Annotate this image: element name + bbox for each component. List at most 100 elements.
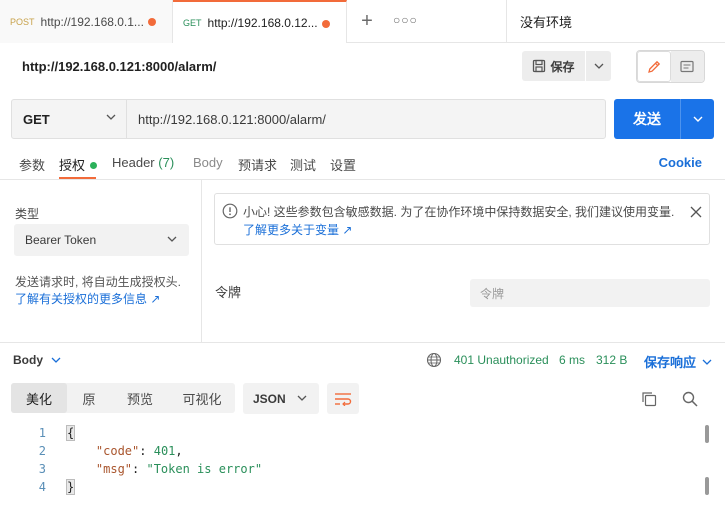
tab-tests[interactable]: 测试 [290, 155, 316, 174]
response-code-view[interactable]: 1 { 2 "code": 401, 3 "msg": "Token is er… [0, 424, 700, 527]
view-tab-pretty[interactable]: 美化 [11, 383, 67, 413]
json-key: "code" [95, 444, 140, 458]
line-number: 2 [38, 444, 46, 458]
chevron-down-icon [693, 116, 702, 122]
send-button-group: 发送 [614, 99, 714, 139]
line-number: 4 [38, 480, 46, 494]
sensitive-data-warning: 小心! 这些参数包含敏感数据. 为了在协作环境中保持数据安全, 我们建议使用变量… [214, 193, 710, 245]
scrollbar-thumb[interactable] [705, 425, 709, 443]
code-line: 1 { [0, 425, 700, 444]
http-method-value: GET [23, 111, 50, 127]
save-options-button[interactable] [586, 51, 611, 81]
close-icon[interactable] [690, 206, 702, 218]
tab-title: http://192.168.0.1... [40, 14, 144, 29]
tab-body[interactable]: Body [193, 155, 223, 170]
auth-type-value: Bearer Token [25, 233, 97, 247]
code-line: 3 "msg": "Token is error" [0, 462, 700, 480]
chevron-down-icon [702, 359, 712, 365]
response-status[interactable]: 401 Unauthorized [454, 353, 549, 367]
code-text: "code": 401, [95, 444, 183, 458]
response-header: Body 401 Unauthorized 6 ms 312 B 保存响应 [0, 342, 725, 377]
variables-learn-more-link[interactable]: 了解更多关于变量 ↗ [243, 221, 352, 238]
send-options-button[interactable] [681, 99, 714, 139]
response-format-select[interactable]: JSON [243, 383, 319, 414]
request-tab-bar: POST http://192.168.0.1... GET http://19… [0, 0, 725, 43]
json-key: "msg" [95, 462, 133, 476]
auth-help-text: 发送请求时, 将自动生成授权头. 了解有关授权的更多信息 ↗ [15, 274, 205, 308]
save-button-group: 保存 [522, 51, 611, 81]
globe-icon[interactable] [426, 352, 442, 368]
headers-count: (7) [158, 155, 175, 170]
cookies-link[interactable]: Cookie [659, 155, 702, 170]
token-input[interactable]: 令牌 [470, 279, 710, 307]
chevron-down-icon [51, 357, 61, 363]
edit-button[interactable] [637, 51, 671, 82]
tab-authorization-label: 授权 [59, 158, 86, 173]
tab-prerequest[interactable]: 预请求 [238, 155, 277, 174]
tab-headers[interactable]: Header (7) [112, 155, 174, 170]
request-config-tabs: 参数 授权 Header (7) Body 预请求 测试 设置 Cookie [0, 146, 725, 180]
code-text: { [65, 425, 76, 441]
save-icon [533, 59, 546, 73]
pencil-icon [647, 60, 660, 73]
http-method-select[interactable]: GET [12, 100, 127, 138]
response-body-dropdown[interactable]: Body [13, 353, 61, 367]
new-tab-plus-icon[interactable]: + [357, 11, 377, 32]
view-tab-preview[interactable]: 预览 [111, 383, 169, 413]
response-view-tabs: 美化 原 预览 可视化 [11, 383, 235, 413]
request-title[interactable]: http://192.168.0.121:8000/alarm/ [22, 59, 216, 74]
environment-label: 没有环境 [520, 15, 573, 30]
more-options-icon[interactable]: ○○○ [393, 13, 417, 31]
token-label: 令牌 [215, 285, 242, 300]
tab-get-request[interactable]: GET http://192.168.0.12... [173, 0, 347, 43]
chevron-down-icon [167, 236, 177, 242]
copy-icon[interactable] [640, 390, 658, 408]
tab-authorization[interactable]: 授权 [59, 155, 98, 174]
code-text: "msg": "Token is error" [95, 462, 263, 476]
active-tab-underline [59, 177, 96, 179]
auth-learn-more-link[interactable]: 了解有关授权的更多信息 ↗ [15, 291, 205, 308]
wrap-lines-button[interactable] [327, 383, 359, 414]
warning-message: 小心! 这些参数包含敏感数据. 为了在协作环境中保持数据安全, 我们建议使用变量… [243, 205, 675, 219]
json-value: 401 [153, 444, 176, 458]
tab-title: http://192.168.0.12... [207, 15, 318, 30]
response-body-label: Body [13, 353, 43, 367]
auth-type-label: 类型 [15, 207, 40, 221]
view-tab-visualize[interactable]: 可视化 [169, 383, 235, 413]
token-placeholder: 令牌 [480, 286, 505, 301]
unsaved-dot-icon [322, 20, 330, 28]
active-dot-icon [90, 162, 98, 169]
request-url-bar: GET http://192.168.0.121:8000/alarm/ [11, 99, 606, 139]
code-text: } [65, 479, 76, 495]
chevron-down-icon [106, 114, 116, 120]
view-mode-toggle [636, 50, 705, 83]
url-input[interactable]: http://192.168.0.121:8000/alarm/ [127, 100, 605, 138]
tab-post-request[interactable]: POST http://192.168.0.1... [0, 0, 173, 43]
tab-method-label: GET [183, 17, 202, 28]
chevron-down-icon [594, 63, 603, 69]
unsaved-dot-icon [148, 18, 156, 26]
save-label: 保存 [550, 59, 575, 74]
url-value: http://192.168.0.121:8000/alarm/ [138, 111, 326, 127]
send-label: 发送 [633, 111, 661, 127]
comments-button[interactable] [670, 51, 704, 82]
save-button[interactable]: 保存 [522, 51, 586, 81]
auth-type-select[interactable]: Bearer Token [14, 224, 189, 256]
environment-selector[interactable]: 没有环境 [506, 0, 725, 43]
tab-params[interactable]: 参数 [19, 155, 45, 174]
auth-type-panel: 类型 Bearer Token 发送请求时, 将自动生成授权头. 了解有关授权的… [0, 180, 202, 342]
search-icon[interactable] [681, 390, 699, 408]
view-tab-raw[interactable]: 原 [67, 383, 111, 413]
send-button[interactable]: 发送 [614, 99, 681, 139]
response-time[interactable]: 6 ms [559, 353, 585, 367]
code-line: 2 "code": 401, [0, 444, 700, 462]
auth-help-message: 发送请求时, 将自动生成授权头. [15, 275, 182, 289]
save-response-label: 保存响应 [644, 355, 697, 370]
json-value: "Token is error" [146, 462, 263, 476]
tab-settings[interactable]: 设置 [330, 155, 356, 174]
response-size[interactable]: 312 B [596, 353, 627, 367]
response-format-value: JSON [253, 391, 286, 406]
save-response-button[interactable]: 保存响应 [644, 352, 712, 371]
scrollbar-thumb[interactable] [705, 477, 709, 495]
line-number: 3 [38, 462, 46, 476]
